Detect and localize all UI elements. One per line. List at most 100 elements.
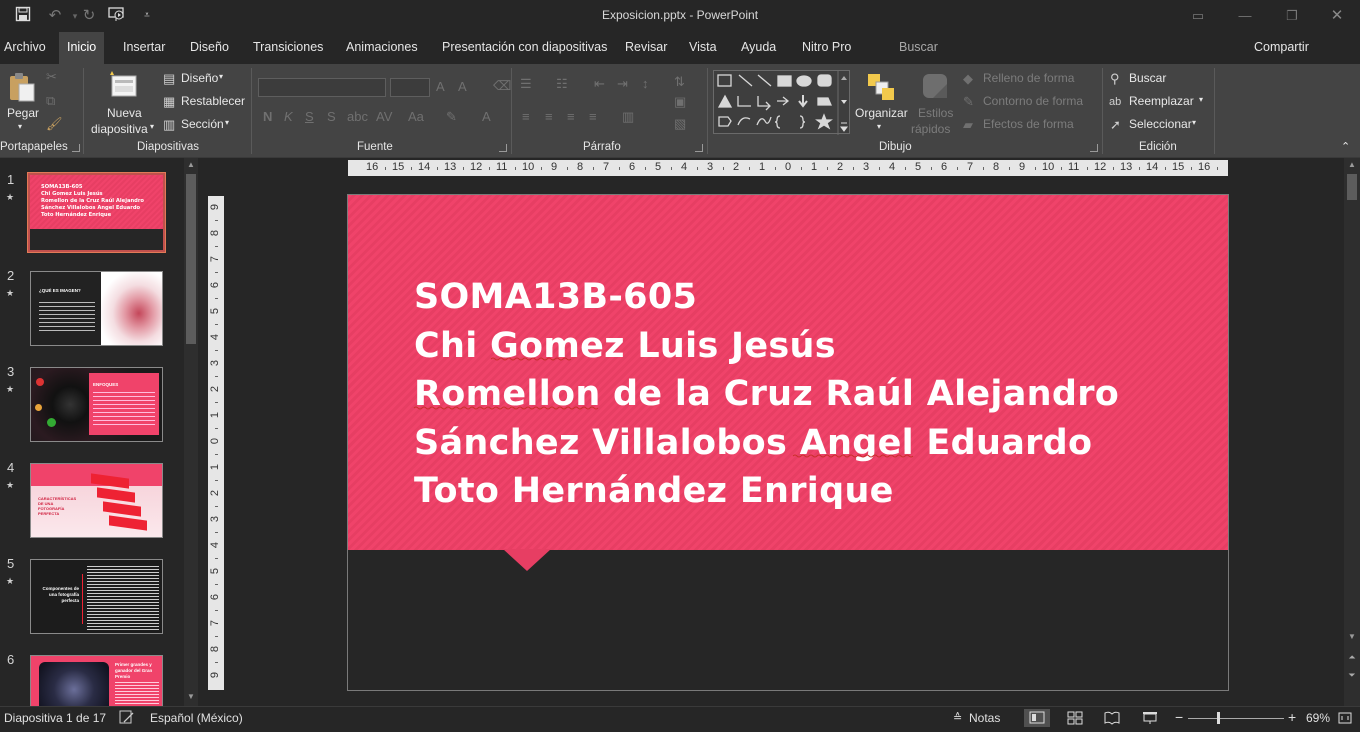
tab-inicio[interactable]: Inicio: [59, 32, 105, 64]
zoom-in-icon[interactable]: +: [1288, 709, 1296, 725]
reset-button[interactable]: Restablecer: [181, 94, 245, 108]
new-slide-icon[interactable]: [108, 70, 138, 103]
arrange-button[interactable]: Organizar: [855, 106, 908, 120]
new-slide-dropdown-icon[interactable]: ▾: [150, 122, 154, 131]
reset-icon[interactable]: ▦: [163, 95, 175, 109]
cut-icon[interactable]: ✂: [46, 70, 57, 84]
shape-outline-button[interactable]: Contorno de forma: [983, 94, 1083, 108]
increase-font-icon[interactable]: A: [436, 80, 445, 94]
tab-vista[interactable]: Vista: [689, 40, 717, 54]
slide-thumbnail-1[interactable]: SOMA13B-605 Chi Gomez Luis Jesús Romello…: [27, 172, 166, 253]
line-spacing-icon[interactable]: ↕: [642, 77, 649, 91]
tab-revisar[interactable]: Revisar: [625, 40, 667, 54]
shape-effects-icon[interactable]: ▰: [963, 118, 973, 132]
new-slide-label-1[interactable]: Nueva: [107, 106, 142, 120]
scroll-down-icon[interactable]: ▼: [1346, 632, 1358, 641]
align-right-icon[interactable]: ≡: [567, 110, 575, 124]
justify-icon[interactable]: ≡: [589, 110, 597, 124]
numbering-icon[interactable]: ☷: [556, 77, 568, 91]
decrease-indent-icon[interactable]: ⇤: [594, 77, 605, 91]
scroll-up-icon[interactable]: ▲: [1346, 160, 1358, 169]
quick-styles-label-1[interactable]: Estilos: [918, 106, 953, 120]
scroll-up-icon[interactable]: ▲: [185, 160, 197, 169]
notes-button[interactable]: Notas: [969, 711, 1000, 725]
reading-view-icon[interactable]: [1104, 711, 1120, 730]
next-slide-icon[interactable]: ⏷: [1346, 670, 1358, 681]
fit-slide-icon[interactable]: [1338, 711, 1352, 730]
share-button[interactable]: Compartir: [1254, 40, 1309, 54]
section-dropdown-icon[interactable]: ▾: [225, 118, 229, 127]
maximize-icon[interactable]: ❐: [1277, 6, 1307, 26]
smartart-icon[interactable]: ▧: [674, 117, 686, 131]
layout-button[interactable]: Diseño: [181, 71, 218, 85]
tab-presentacion[interactable]: Presentación con diapositivas: [442, 40, 607, 54]
font-size-box[interactable]: [390, 78, 430, 97]
increase-indent-icon[interactable]: ⇥: [617, 77, 628, 91]
minimize-icon[interactable]: —: [1230, 6, 1260, 26]
language-indicator[interactable]: Español (México): [150, 711, 243, 725]
italic-icon[interactable]: K: [284, 110, 293, 124]
shapes-gallery[interactable]: [713, 70, 850, 135]
char-spacing-icon[interactable]: AV: [376, 110, 392, 124]
font-color-icon[interactable]: A: [482, 110, 491, 124]
clear-formatting-icon[interactable]: ⌫: [493, 79, 511, 93]
strikethrough-icon[interactable]: abc: [347, 110, 368, 124]
thumbnails-scrollbar[interactable]: ▲ ▼: [184, 158, 198, 706]
replace-icon[interactable]: ab: [1109, 95, 1121, 109]
tab-nitro-pro[interactable]: Nitro Pro: [802, 40, 851, 54]
format-painter-icon[interactable]: 🖌: [46, 117, 63, 131]
text-direction-icon[interactable]: ⇅: [674, 75, 685, 89]
notes-icon[interactable]: ≙: [953, 711, 962, 724]
clipboard-launcher-icon[interactable]: [72, 144, 80, 152]
zoom-out-icon[interactable]: −: [1175, 709, 1183, 725]
slide-thumbnail-4[interactable]: CARACTERÍSTICAS DE UNA FOTOGRAFÍA PERFEC…: [30, 463, 163, 538]
replace-dropdown-icon[interactable]: ▾: [1199, 95, 1203, 104]
change-case-icon[interactable]: Aa: [408, 110, 424, 124]
font-name-box[interactable]: [258, 78, 386, 97]
scroll-thumb[interactable]: [186, 174, 196, 344]
tab-animaciones[interactable]: Animaciones: [346, 40, 418, 54]
scroll-down-icon[interactable]: ▼: [185, 692, 197, 701]
shape-effects-button[interactable]: Efectos de forma: [983, 117, 1074, 131]
select-button[interactable]: Seleccionar: [1129, 117, 1192, 131]
tab-insertar[interactable]: Insertar: [123, 40, 165, 54]
slide-thumbnail-2[interactable]: ¿QUÉ ES IMAGEN?: [30, 271, 163, 346]
scroll-thumb[interactable]: [1347, 174, 1357, 200]
paragraph-launcher-icon[interactable]: [695, 144, 703, 152]
shape-fill-button[interactable]: Relleno de forma: [983, 71, 1074, 85]
section-icon[interactable]: ▥: [163, 118, 175, 132]
new-slide-label-2[interactable]: diapositiva: [91, 122, 148, 136]
spellcheck-icon[interactable]: [119, 710, 135, 730]
font-launcher-icon[interactable]: [499, 144, 507, 152]
paste-icon[interactable]: [8, 72, 36, 107]
zoom-level[interactable]: 69%: [1306, 711, 1330, 725]
quick-styles-icon[interactable]: [921, 72, 951, 107]
highlight-icon[interactable]: ✎: [446, 110, 457, 124]
replace-button[interactable]: Reemplazar: [1129, 94, 1194, 108]
find-icon[interactable]: ⚲: [1110, 72, 1120, 86]
drawing-launcher-icon[interactable]: [1090, 144, 1098, 152]
zoom-slider-thumb[interactable]: [1217, 712, 1220, 724]
close-icon[interactable]: ✕: [1322, 6, 1352, 26]
quick-styles-label-2[interactable]: rápidos: [911, 122, 950, 136]
section-button[interactable]: Sección: [181, 117, 224, 131]
bold-icon[interactable]: N: [263, 110, 272, 124]
paste-dropdown-icon[interactable]: ▾: [18, 122, 22, 131]
arrange-dropdown-icon[interactable]: ▾: [877, 122, 881, 131]
select-dropdown-icon[interactable]: ▾: [1192, 118, 1196, 127]
slide-thumbnail-6[interactable]: Primer grandes y ganador del Gran Premio: [30, 655, 163, 706]
slide-thumbnail-3[interactable]: ENFOQUES: [30, 367, 163, 442]
find-button[interactable]: Buscar: [1129, 71, 1166, 85]
collapse-ribbon-icon[interactable]: ⌃: [1341, 140, 1350, 153]
underline-icon[interactable]: S: [305, 110, 314, 124]
zoom-slider[interactable]: [1188, 718, 1284, 719]
select-icon[interactable]: ➚: [1110, 118, 1121, 132]
tab-diseno[interactable]: Diseño: [190, 40, 229, 54]
align-left-icon[interactable]: ≡: [522, 110, 530, 124]
decrease-font-icon[interactable]: A: [458, 80, 467, 94]
slide-canvas[interactable]: SOMA13B-605 Chi Gomez Luis Jesús Romello…: [347, 194, 1229, 691]
layout-icon[interactable]: ▤: [163, 72, 175, 86]
shape-outline-icon[interactable]: ✎: [963, 95, 974, 109]
slideshow-icon[interactable]: [1142, 711, 1158, 730]
shadow-icon[interactable]: S: [327, 110, 336, 124]
